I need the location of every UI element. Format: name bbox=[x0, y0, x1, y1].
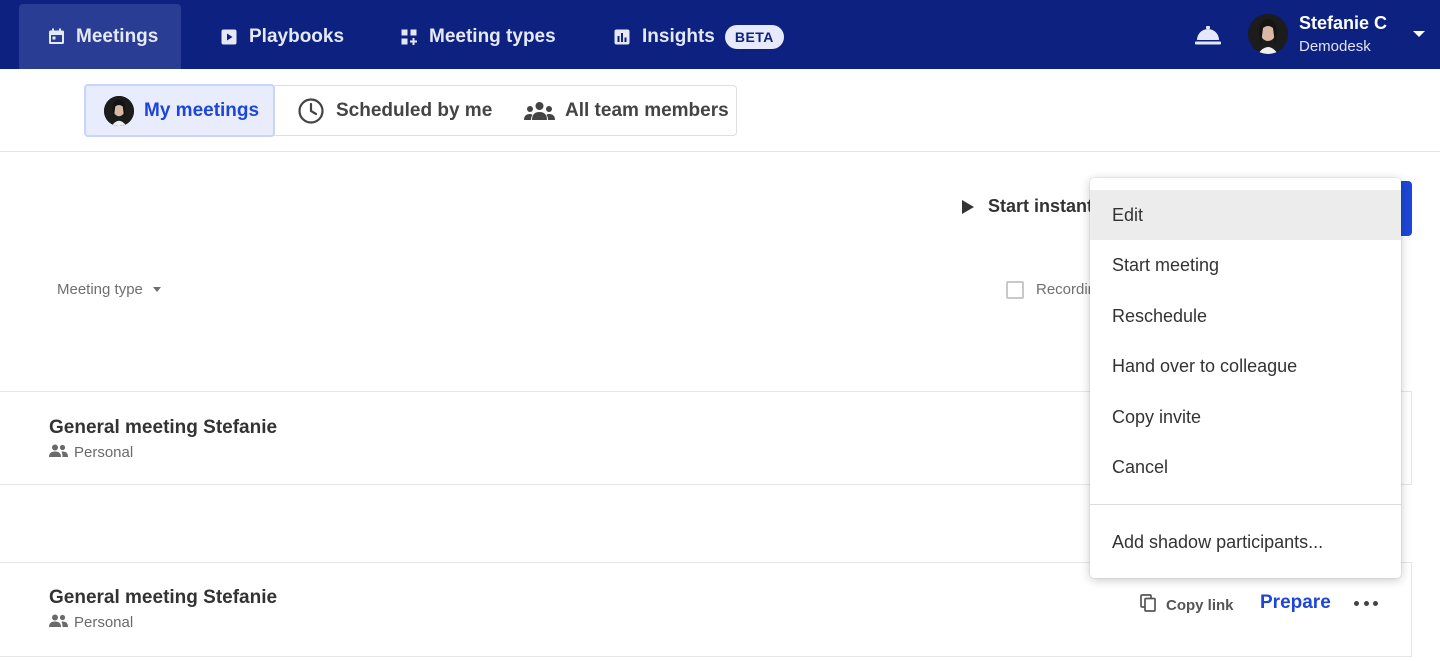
tab-meeting-types-label: Meeting types bbox=[429, 25, 556, 47]
subtab-my-meetings[interactable]: My meetings bbox=[84, 84, 275, 137]
meeting-title[interactable]: General meeting Stefanie bbox=[49, 417, 277, 439]
meeting-type-label: Personal bbox=[74, 614, 134, 631]
prepare-button[interactable]: Prepare bbox=[1260, 592, 1331, 614]
tab-insights[interactable]: Insights BETA bbox=[613, 4, 784, 69]
primary-action-button[interactable] bbox=[1400, 181, 1412, 236]
grid-plus-icon bbox=[400, 28, 418, 46]
tab-meetings[interactable]: Meetings bbox=[19, 4, 181, 69]
subtab-my-meetings-label: My meetings bbox=[144, 99, 260, 121]
caret-down-icon bbox=[152, 287, 161, 292]
start-instant-label: Start instant bbox=[988, 196, 1094, 216]
start-instant-button[interactable]: Start instant bbox=[962, 196, 1093, 217]
meeting-type-info: Personal bbox=[49, 614, 133, 631]
tab-insights-label: Insights bbox=[642, 25, 715, 47]
subtab-all-team-members[interactable]: All team members bbox=[524, 86, 729, 135]
menu-item-reschedule[interactable]: Reschedule bbox=[1090, 291, 1401, 341]
people-icon bbox=[49, 614, 68, 631]
beta-badge: BETA bbox=[724, 24, 784, 49]
play-square-icon bbox=[220, 28, 238, 46]
tab-meetings-label: Meetings bbox=[76, 25, 159, 47]
avatar[interactable] bbox=[1248, 14, 1288, 54]
play-icon bbox=[962, 199, 974, 214]
subtab-bar: My meetings Scheduled by me All team mem… bbox=[0, 69, 1440, 152]
subtab-all-team-members-label: All team members bbox=[565, 99, 729, 121]
menu-item-hand-over[interactable]: Hand over to colleague bbox=[1090, 341, 1401, 391]
meeting-type-label: Personal bbox=[74, 444, 134, 461]
top-navigation: Meetings Playbooks Meeting types Insight… bbox=[0, 0, 1440, 69]
recording-checkbox[interactable] bbox=[1006, 281, 1024, 299]
meeting-type-filter-label: Meeting type bbox=[57, 281, 143, 298]
copy-icon bbox=[1140, 594, 1157, 616]
calendar-icon bbox=[47, 28, 65, 46]
subtab-scheduled-by-me-label: Scheduled by me bbox=[336, 99, 493, 121]
meeting-type-filter[interactable]: Meeting type bbox=[57, 281, 161, 298]
meeting-title[interactable]: General meeting Stefanie bbox=[49, 587, 277, 609]
tab-playbooks-label: Playbooks bbox=[249, 25, 345, 47]
user-org: Demodesk bbox=[1299, 38, 1371, 55]
menu-item-cancel[interactable]: Cancel bbox=[1090, 442, 1401, 492]
copy-link-label: Copy link bbox=[1166, 596, 1234, 614]
more-options-icon[interactable] bbox=[1354, 596, 1378, 610]
menu-item-start-meeting[interactable]: Start meeting bbox=[1090, 240, 1401, 290]
clock-icon bbox=[297, 97, 325, 125]
copy-link-button[interactable]: Copy link bbox=[1140, 594, 1234, 616]
subtab-scheduled-by-me[interactable]: Scheduled by me bbox=[297, 86, 492, 135]
people-icon bbox=[49, 444, 68, 461]
tab-playbooks[interactable]: Playbooks bbox=[220, 4, 344, 69]
menu-divider bbox=[1090, 504, 1401, 505]
meeting-type-info: Personal bbox=[49, 444, 133, 461]
menu-item-add-shadow-participants[interactable]: Add shadow participants... bbox=[1090, 517, 1401, 567]
menu-item-edit[interactable]: Edit bbox=[1090, 190, 1401, 240]
user-name[interactable]: Stefanie C bbox=[1299, 13, 1387, 34]
tab-meeting-types[interactable]: Meeting types bbox=[400, 4, 556, 69]
recording-filter-label: Recording bbox=[1036, 281, 1092, 298]
meeting-scope-segmented-control: My meetings Scheduled by me All team mem… bbox=[84, 84, 737, 137]
chevron-down-icon[interactable] bbox=[1413, 31, 1425, 37]
service-bell-icon[interactable] bbox=[1193, 24, 1223, 46]
meeting-actions-menu: Edit Start meeting Reschedule Hand over … bbox=[1090, 178, 1401, 578]
avatar bbox=[104, 95, 134, 126]
bar-chart-icon bbox=[613, 28, 631, 46]
group-icon bbox=[524, 101, 555, 121]
menu-item-copy-invite[interactable]: Copy invite bbox=[1090, 392, 1401, 442]
